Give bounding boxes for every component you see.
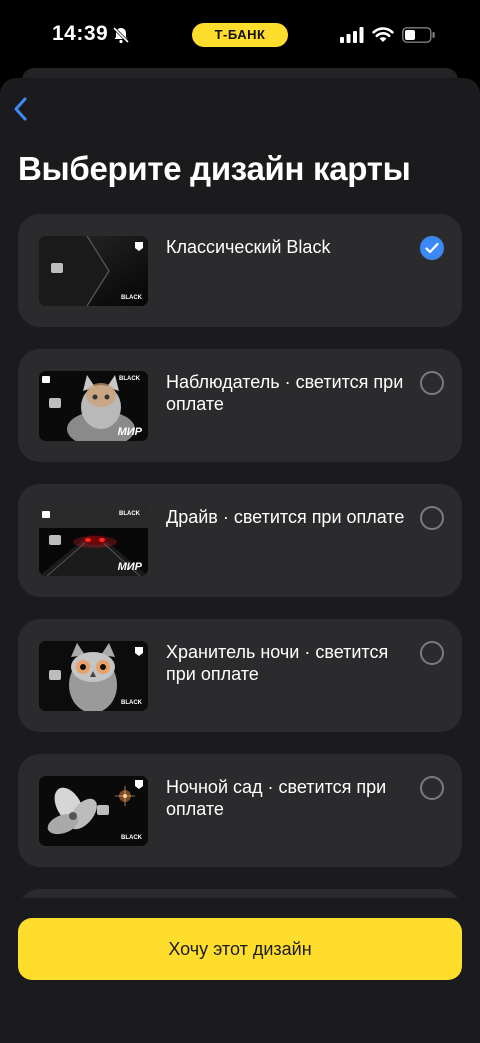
radio-unchecked[interactable] xyxy=(420,506,444,530)
mir-logo-label: МИР xyxy=(117,426,142,438)
bell-off-icon xyxy=(112,26,130,44)
radio-unchecked[interactable] xyxy=(420,776,444,800)
page-title: Выберите дизайн карты xyxy=(18,150,411,187)
card-thumbnail-flower: BLACK xyxy=(39,776,148,846)
battery-icon xyxy=(402,27,435,43)
card-black-label: BLACK xyxy=(121,835,142,841)
design-option-car[interactable]: BLACK МИР Драйв · светится при оплате xyxy=(18,484,462,597)
card-black-label: BLACK xyxy=(119,376,140,382)
card-black-label: BLACK xyxy=(121,295,142,301)
mir-logo-label: МИР xyxy=(117,561,142,573)
option-label: Классический Black xyxy=(166,237,331,257)
radio-checked[interactable] xyxy=(420,236,444,260)
radio-unchecked[interactable] xyxy=(420,371,444,395)
card-thumbnail-classic-black: BLACK xyxy=(39,236,148,306)
bank-pill[interactable]: Т-БАНК xyxy=(192,23,288,47)
wifi-icon xyxy=(372,27,394,42)
card-thumbnail-owl: BLACK xyxy=(39,641,148,711)
card-design-sheet: Выберите дизайн карты BLACK Классический… xyxy=(0,78,480,1043)
status-time: 14:39 xyxy=(52,22,109,45)
design-option-classic-black[interactable]: BLACK Классический Black xyxy=(18,214,462,327)
design-option-night-garden[interactable]: BLACK Ночной сад · светится при оплате xyxy=(18,754,462,867)
card-thumbnail-cat: BLACK МИР xyxy=(39,371,148,441)
card-thumbnail-car: BLACK МИР xyxy=(39,506,148,576)
radio-unchecked[interactable] xyxy=(420,641,444,665)
design-option-cat[interactable]: BLACK МИР Наблюдатель · светится при опл… xyxy=(18,349,462,462)
choose-design-button[interactable]: Хочу этот дизайн xyxy=(18,918,462,980)
cellular-signal-icon xyxy=(340,27,364,43)
design-option-owl[interactable]: BLACK Хранитель ночи · светится при опла… xyxy=(18,619,462,732)
option-label: Драйв · светится при оплате xyxy=(166,507,405,527)
status-bar: 14:39 Т-БАНК xyxy=(0,0,480,70)
option-label: Ночной сад · светится при оплате xyxy=(166,777,387,819)
card-black-label: BLACK xyxy=(119,511,140,517)
card-black-label: BLACK xyxy=(121,700,142,706)
back-chevron-icon[interactable] xyxy=(10,94,34,124)
checkmark-icon xyxy=(425,242,439,254)
option-label: Хранитель ночи · светится при оплате xyxy=(166,642,389,684)
option-label: Наблюдатель · светится при оплате xyxy=(166,372,404,414)
